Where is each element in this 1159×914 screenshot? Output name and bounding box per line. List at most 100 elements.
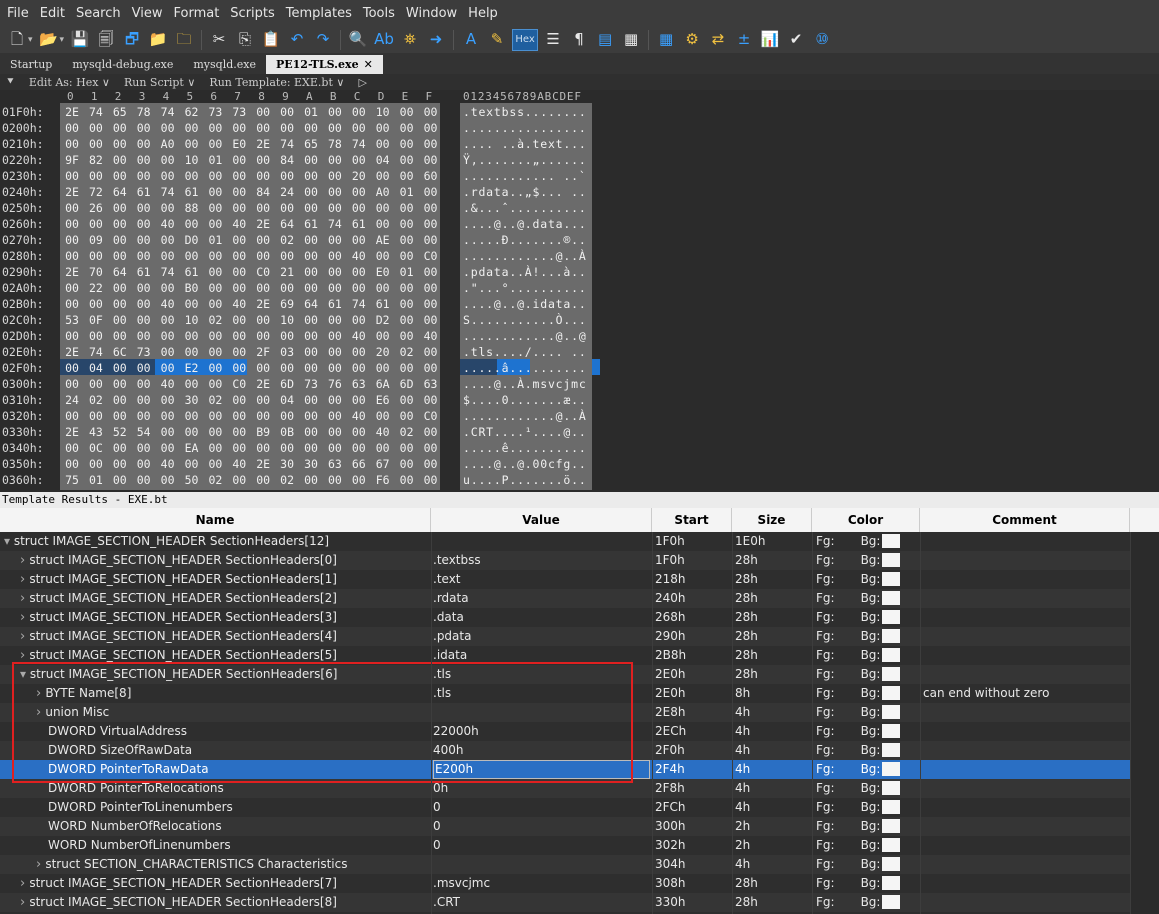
- bg-color-swatch[interactable]: [882, 723, 901, 738]
- hex-byte[interactable]: 30: [277, 457, 297, 471]
- hex-byte[interactable]: 00: [134, 473, 154, 487]
- hex-byte[interactable]: 00: [373, 217, 393, 231]
- hex-byte[interactable]: 00: [397, 313, 417, 327]
- color-cell[interactable]: Fg: Bg:: [816, 665, 918, 684]
- hex-byte[interactable]: 9F: [62, 153, 82, 167]
- hex-byte[interactable]: 00: [229, 121, 249, 135]
- bg-color-swatch[interactable]: [882, 666, 901, 681]
- menu-edit[interactable]: Edit: [37, 6, 73, 21]
- hex-byte[interactable]: 02: [397, 345, 417, 359]
- hex-byte[interactable]: 00: [110, 169, 130, 183]
- column-header-value[interactable]: Value: [431, 508, 652, 532]
- hex-byte[interactable]: 00: [349, 121, 369, 135]
- hex-byte[interactable]: 40: [158, 217, 178, 231]
- find-in-files-icon[interactable]: ⛯: [399, 29, 421, 51]
- hex-byte[interactable]: 00: [229, 185, 249, 199]
- hex-byte[interactable]: 00: [158, 313, 178, 327]
- hex-byte[interactable]: 00: [421, 137, 441, 151]
- hex-byte[interactable]: 00: [205, 217, 225, 231]
- table-row[interactable]: › struct IMAGE_SECTION_HEADER SectionHea…: [0, 893, 1130, 912]
- hex-byte[interactable]: 50: [182, 473, 202, 487]
- hex-byte[interactable]: 00: [253, 329, 273, 343]
- ascii-text[interactable]: ............@..À: [463, 409, 587, 423]
- hex-byte[interactable]: 00: [134, 137, 154, 151]
- hex-byte[interactable]: 61: [182, 185, 202, 199]
- hex-byte[interactable]: 00: [110, 153, 130, 167]
- hex-byte[interactable]: 40: [349, 329, 369, 343]
- calculator-icon[interactable]: ▦: [655, 29, 677, 51]
- cut-icon[interactable]: ✂: [208, 29, 230, 51]
- expand-right-icon[interactable]: ›: [20, 648, 29, 663]
- hex-byte[interactable]: 00: [134, 217, 154, 231]
- hex-byte[interactable]: 00: [158, 409, 178, 423]
- hex-byte[interactable]: 54: [134, 425, 154, 439]
- bg-color-swatch[interactable]: [882, 685, 901, 700]
- hex-byte[interactable]: 00: [110, 233, 130, 247]
- hex-byte[interactable]: 00: [182, 425, 202, 439]
- file-tab[interactable]: mysqld.exe: [183, 55, 266, 74]
- bg-color-swatch[interactable]: [882, 761, 901, 776]
- table-row[interactable]: › struct IMAGE_SECTION_HEADER SectionHea…: [0, 570, 1130, 589]
- hex-byte[interactable]: 00: [62, 297, 82, 311]
- hex-byte[interactable]: 00: [277, 249, 297, 263]
- hex-byte[interactable]: 00: [397, 361, 417, 375]
- hex-byte[interactable]: 01: [301, 105, 321, 119]
- ascii-text[interactable]: .....â..........: [463, 361, 587, 375]
- color-cell[interactable]: Fg: Bg:: [816, 855, 918, 874]
- chevron-down-icon[interactable]: ▾: [28, 35, 33, 45]
- hex-byte[interactable]: 00: [182, 137, 202, 151]
- hex-byte[interactable]: 00: [421, 201, 441, 215]
- expand-right-icon[interactable]: ›: [20, 876, 29, 891]
- ascii-text[interactable]: .tls..../.... ..: [463, 345, 587, 359]
- hex-byte[interactable]: 00: [205, 137, 225, 151]
- hex-byte[interactable]: 00: [253, 393, 273, 407]
- undo-icon[interactable]: ↶: [286, 29, 308, 51]
- expand-right-icon[interactable]: ›: [36, 857, 45, 872]
- color-cell[interactable]: Fg: Bg:: [816, 874, 918, 893]
- hex-byte[interactable]: 00: [349, 105, 369, 119]
- hex-byte[interactable]: F6: [373, 473, 393, 487]
- hex-byte[interactable]: 00: [62, 201, 82, 215]
- hex-byte[interactable]: E2: [182, 361, 202, 375]
- hex-byte[interactable]: 00: [229, 441, 249, 455]
- hex-byte[interactable]: 00: [373, 329, 393, 343]
- hex-byte[interactable]: 00: [229, 153, 249, 167]
- hex-byte[interactable]: 00: [205, 345, 225, 359]
- hex-byte[interactable]: 00: [325, 121, 345, 135]
- hex-byte[interactable]: 10: [277, 313, 297, 327]
- ascii-text[interactable]: .pdata..À!...à..: [463, 265, 587, 279]
- hex-byte[interactable]: 00: [421, 281, 441, 295]
- hex-byte[interactable]: 00: [301, 361, 321, 375]
- value-cell[interactable]: .textbss: [433, 551, 650, 570]
- hex-byte[interactable]: 72: [86, 185, 106, 199]
- hex-byte[interactable]: 00: [421, 121, 441, 135]
- hex-byte[interactable]: 00: [421, 425, 441, 439]
- hex-byte[interactable]: E0: [229, 137, 249, 151]
- hex-byte[interactable]: 04: [277, 393, 297, 407]
- hex-byte[interactable]: 00: [110, 121, 130, 135]
- hex-byte[interactable]: 00: [373, 409, 393, 423]
- hex-byte[interactable]: 00: [158, 425, 178, 439]
- hex-byte[interactable]: 00: [62, 457, 82, 471]
- hex-byte[interactable]: 00: [134, 201, 154, 215]
- hex-byte[interactable]: 00: [110, 457, 130, 471]
- hex-byte[interactable]: 2E: [62, 185, 82, 199]
- hex-byte[interactable]: 00: [110, 409, 130, 423]
- menu-search[interactable]: Search: [73, 6, 129, 21]
- hex-byte[interactable]: 10: [182, 153, 202, 167]
- template-results-table[interactable]: ▾ struct IMAGE_SECTION_HEADER SectionHea…: [0, 532, 1159, 914]
- hex-byte[interactable]: 02: [86, 393, 106, 407]
- hex-byte[interactable]: 61: [182, 265, 202, 279]
- ascii-text[interactable]: u....P.......ö..: [463, 473, 587, 487]
- hex-byte[interactable]: 00: [86, 409, 106, 423]
- font-icon[interactable]: A: [460, 29, 482, 51]
- color-cell[interactable]: Fg: Bg:: [816, 532, 918, 551]
- hex-byte[interactable]: 00: [397, 121, 417, 135]
- hex-byte[interactable]: 00: [86, 457, 106, 471]
- hex-byte[interactable]: 00: [86, 169, 106, 183]
- hex-byte[interactable]: 0C: [86, 441, 106, 455]
- hex-byte[interactable]: 00: [158, 233, 178, 247]
- hex-byte[interactable]: 00: [62, 281, 82, 295]
- color-cell[interactable]: Fg: Bg:: [816, 722, 918, 741]
- hex-byte[interactable]: 00: [253, 201, 273, 215]
